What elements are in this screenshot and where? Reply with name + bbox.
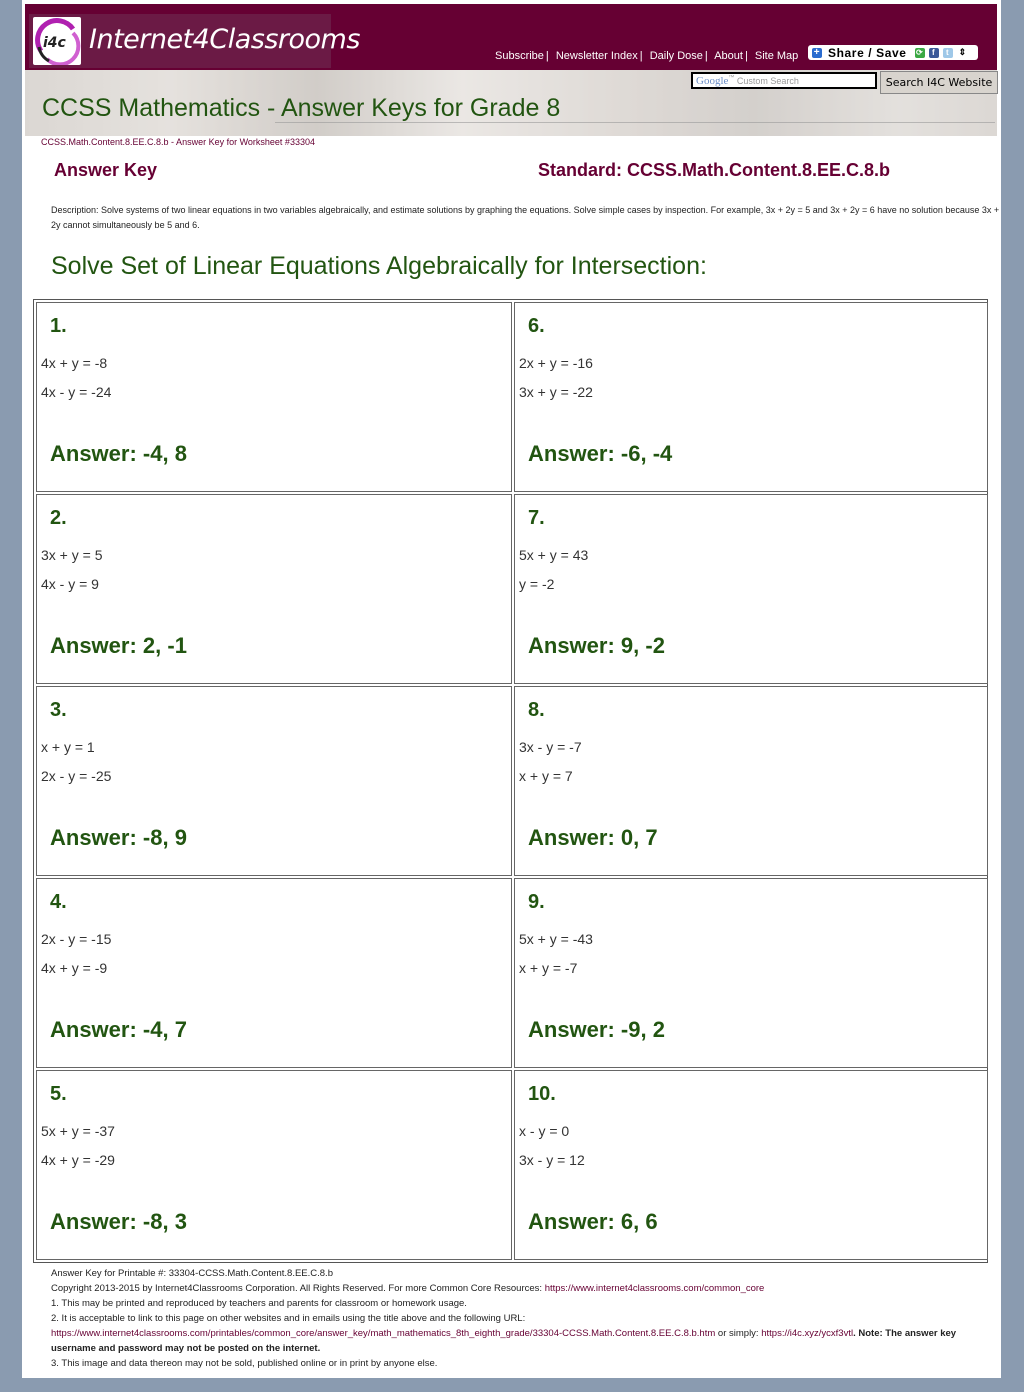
equation-2: y = -2 <box>519 576 555 592</box>
problem-cell: 10. x - y = 0 3x - y = 12 Answer: 6, 6 <box>514 1070 988 1260</box>
description: Description: Solve systems of two linear… <box>51 205 1000 230</box>
answer-key-heading: Answer Key <box>54 160 158 180</box>
equation-1: 5x + y = -37 <box>41 1123 115 1139</box>
answer: Answer: -6, -4 <box>528 441 673 466</box>
equation-2: x + y = -7 <box>519 960 578 976</box>
answer: Answer: -9, 2 <box>528 1017 665 1042</box>
problems-grid: 1. 4x + y = -8 4x - y = -24 Answer: -4, … <box>33 299 988 1263</box>
problem-cell: 1. 4x + y = -8 4x - y = -24 Answer: -4, … <box>36 302 512 492</box>
share-dropdown-icon[interactable]: ⇕ <box>959 47 967 58</box>
i4c-logo-icon: i4c <box>33 17 81 65</box>
problem-cell: 6. 2x + y = -16 3x + y = -22 Answer: -6,… <box>514 302 988 492</box>
nav-subscribe[interactable]: Subscribe <box>495 50 544 62</box>
brand-name: Internet4Classrooms <box>89 24 360 55</box>
answer: Answer: 9, -2 <box>528 633 665 658</box>
problem-number: 5. <box>50 1083 67 1105</box>
share-plus-icon: + <box>812 46 822 58</box>
problem-number: 2. <box>50 507 67 529</box>
answer: Answer: 6, 6 <box>528 1209 658 1234</box>
equation-2: 4x + y = -29 <box>41 1152 115 1168</box>
nav-newsletter-index[interactable]: Newsletter Index <box>556 50 638 62</box>
equation-2: 4x - y = -24 <box>41 384 112 400</box>
search-input[interactable]: Google™ Custom Search <box>691 72 877 89</box>
problem-number: 4. <box>50 891 67 913</box>
short-url-link[interactable]: https://i4c.xyz/ycxf3vtl <box>761 1328 853 1339</box>
problem-number: 9. <box>528 891 545 913</box>
facebook-icon[interactable]: f <box>928 47 939 58</box>
equation-1: 4x + y = -8 <box>41 355 108 371</box>
equation-1: x + y = 1 <box>41 739 95 755</box>
answer: Answer: 0, 7 <box>528 825 658 850</box>
search-placeholder: Custom Search <box>736 76 799 86</box>
svg-text:i4c: i4c <box>43 35 67 51</box>
page-banner: Google™ Custom Search Search I4C Website… <box>25 70 998 136</box>
copyright: Copyright 2013-2015 by Internet4Classroo… <box>51 1283 765 1294</box>
equation-2: x + y = 7 <box>519 768 573 784</box>
share-save-button[interactable]: + Share / Save ⟳ f t ⇕ <box>808 45 978 60</box>
problem-cell: 2. 3x + y = 5 4x - y = 9 Answer: 2, -1 <box>36 494 512 684</box>
google-logo: Google <box>696 75 729 87</box>
equation-2: 3x + y = -22 <box>519 384 593 400</box>
site-logo[interactable]: i4c Internet4Classrooms <box>29 14 360 68</box>
problem-cell: 9. 5x + y = -43 x + y = -7 Answer: -9, 2 <box>514 878 988 1068</box>
breadcrumb[interactable]: CCSS.Math.Content.8.EE.C.8.b - Answer Ke… <box>41 137 315 147</box>
answer: Answer: -4, 7 <box>50 1017 187 1042</box>
page-title: CCSS Mathematics - Answer Keys for Grade… <box>42 94 561 122</box>
problem-number: 3. <box>50 699 67 721</box>
answer: Answer: -8, 9 <box>50 825 187 850</box>
share-label: Share / Save <box>828 45 907 60</box>
equation-1: 2x + y = -16 <box>519 355 593 371</box>
equation-1: 3x - y = -7 <box>519 739 582 755</box>
title-divider <box>275 122 995 123</box>
nav-daily-dose[interactable]: Daily Dose <box>650 50 703 62</box>
equation-1: x - y = 0 <box>519 1123 570 1139</box>
footer: Answer Key for Printable #: 33304-CCSS.M… <box>51 1266 996 1371</box>
section-title: Solve Set of Linear Equations Algebraica… <box>51 252 707 280</box>
common-core-link[interactable]: https://www.internet4classrooms.com/comm… <box>545 1283 765 1294</box>
usage-note-1: 1. This may be printed and reproduced by… <box>51 1298 467 1309</box>
usage-note-3: 3. This image and data thereon may not b… <box>51 1358 438 1369</box>
problem-number: 8. <box>528 699 545 721</box>
equation-1: 3x + y = 5 <box>41 547 103 563</box>
problem-number: 10. <box>528 1083 556 1105</box>
printable-id: Answer Key for Printable #: 33304-CCSS.M… <box>51 1268 333 1279</box>
equation-2: 4x + y = -9 <box>41 960 108 976</box>
problem-cell: 3. x + y = 1 2x - y = -25 Answer: -8, 9 <box>36 686 512 876</box>
problem-cell: 8. 3x - y = -7 x + y = 7 Answer: 0, 7 <box>514 686 988 876</box>
equation-1: 2x - y = -15 <box>41 931 112 947</box>
answer: Answer: -8, 3 <box>50 1209 187 1234</box>
equation-1: 5x + y = -43 <box>519 931 593 947</box>
answer: Answer: 2, -1 <box>50 633 187 658</box>
nav-site-map[interactable]: Site Map <box>755 50 798 62</box>
answer: Answer: -4, 8 <box>50 441 187 466</box>
nav-about[interactable]: About <box>714 50 743 62</box>
problem-cell: 5. 5x + y = -37 4x + y = -29 Answer: -8,… <box>36 1070 512 1260</box>
equation-2: 3x - y = 12 <box>519 1152 585 1168</box>
standard-heading: Standard: CCSS.Math.Content.8.EE.C.8.b <box>538 160 891 180</box>
usage-note-2: 2. It is acceptable to link to this page… <box>51 1313 526 1324</box>
twitter-icon[interactable]: t <box>942 47 953 58</box>
page: i4c Internet4Classrooms Subscribe | Newsl… <box>22 0 1001 1378</box>
worksheet-url-link[interactable]: https://www.internet4classrooms.com/prin… <box>51 1328 715 1339</box>
equation-1: 5x + y = 43 <box>519 547 589 563</box>
equation-2: 2x - y = -25 <box>41 768 112 784</box>
problem-number: 6. <box>528 315 545 337</box>
problem-cell: 4. 2x - y = -15 4x + y = -9 Answer: -4, … <box>36 878 512 1068</box>
search-button[interactable]: Search I4C Website <box>880 71 998 94</box>
problem-cell: 7. 5x + y = 43 y = -2 Answer: 9, -2 <box>514 494 988 684</box>
problem-number: 7. <box>528 507 545 529</box>
google-share-icon[interactable]: ⟳ <box>914 47 925 58</box>
top-navigation: Subscribe | Newsletter Index | Daily Dose |… <box>495 50 799 62</box>
equation-2: 4x - y = 9 <box>41 576 99 592</box>
site-header: i4c Internet4Classrooms Subscribe | Newsl… <box>25 4 997 70</box>
problem-number: 1. <box>50 315 67 337</box>
url-line: https://www.internet4classrooms.com/prin… <box>51 1328 957 1354</box>
